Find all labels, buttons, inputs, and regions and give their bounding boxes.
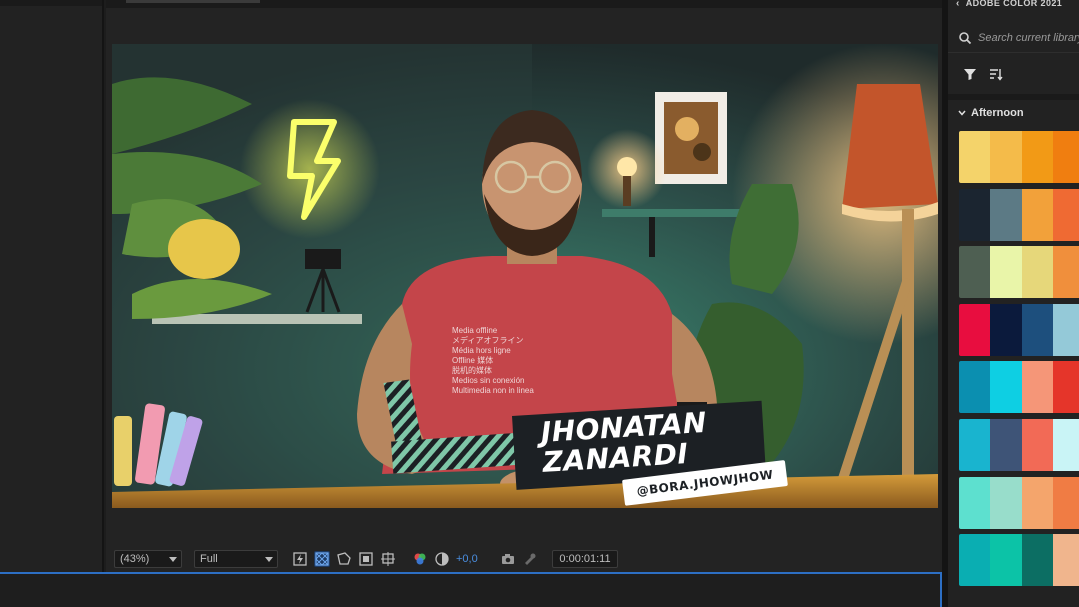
color-swatch <box>1021 303 1053 356</box>
magnification-dropdown[interactable]: (43%) <box>114 550 182 568</box>
shirt-text-line: Media offline <box>452 326 498 335</box>
guides-icon[interactable] <box>380 551 396 567</box>
show-snapshot-icon[interactable] <box>522 551 538 567</box>
divider <box>948 52 1079 53</box>
search-icon <box>958 31 972 45</box>
color-swatch <box>1021 188 1053 241</box>
color-swatch <box>1052 418 1079 471</box>
color-swatch <box>1052 131 1079 183</box>
composition-frame[interactable]: Media offline メディアオフライン Média hors ligne… <box>112 44 938 508</box>
shirt-text-line: Offline 媒体 <box>452 355 493 365</box>
exposure-value[interactable]: +0,0 <box>456 551 478 567</box>
color-swatch <box>959 188 991 241</box>
color-swatch <box>1052 361 1079 414</box>
section-separator <box>948 94 1079 100</box>
color-swatch <box>990 361 1022 414</box>
library-title: ADOBE COLOR 2021 <box>965 0 1063 8</box>
color-swatch <box>959 476 991 529</box>
color-theme[interactable] <box>959 534 1079 587</box>
shirt-text-line: Medios sin conexión <box>452 376 524 385</box>
color-theme-list <box>959 131 1079 592</box>
color-swatch <box>990 188 1022 241</box>
composition-viewer: Media offline メディアオフライン Média hors ligne… <box>106 0 942 572</box>
magnification-value: (43%) <box>120 553 150 565</box>
color-theme[interactable] <box>959 246 1079 299</box>
sort-icon[interactable] <box>988 66 1004 82</box>
color-channels-icon[interactable] <box>412 551 428 567</box>
color-swatch <box>1052 188 1079 241</box>
color-theme[interactable] <box>959 131 1079 183</box>
reset-exposure-icon[interactable] <box>434 551 450 567</box>
timeline-panel[interactable] <box>0 572 942 607</box>
color-swatch <box>959 534 991 587</box>
color-swatch <box>1052 476 1079 529</box>
shirt-text-line: Multimedia non in linea <box>452 386 534 395</box>
color-swatch <box>1021 361 1053 414</box>
mask-icon[interactable] <box>336 551 352 567</box>
panel-header-strip <box>0 0 102 6</box>
resolution-value: Full <box>200 553 218 565</box>
color-swatch <box>959 246 991 299</box>
library-tools <box>948 60 1079 88</box>
color-swatch <box>959 361 991 414</box>
region-of-interest-icon[interactable] <box>358 551 374 567</box>
color-swatch <box>990 303 1022 356</box>
resolution-dropdown[interactable]: Full <box>194 550 278 568</box>
color-theme[interactable] <box>959 418 1079 471</box>
color-swatch <box>1021 246 1053 299</box>
viewer-toolbar: (43%) Full +0,0 0:00:01:11 <box>106 546 942 572</box>
shirt-text-line: メディアオフライン <box>452 335 523 345</box>
color-swatch <box>1052 246 1079 299</box>
color-swatch <box>1052 303 1079 356</box>
color-swatch <box>990 476 1022 529</box>
library-search <box>948 26 1079 50</box>
color-theme[interactable] <box>959 303 1079 356</box>
filter-icon[interactable] <box>962 66 978 82</box>
camera-icon[interactable] <box>500 551 516 567</box>
library-header[interactable]: ‹ ADOBE COLOR 2021 <box>956 0 1062 10</box>
search-input[interactable] <box>978 29 1079 47</box>
shirt-text-line: 脱机的媒体 <box>452 365 492 375</box>
libraries-panel: ‹ ADOBE COLOR 2021 Afternoon <box>948 0 1079 607</box>
color-swatch <box>1021 476 1053 529</box>
fast-previews-icon[interactable] <box>292 551 308 567</box>
transparency-grid-icon[interactable] <box>314 551 330 567</box>
chevron-down-icon <box>958 110 966 116</box>
color-swatch <box>1052 534 1079 587</box>
color-swatch <box>990 246 1022 299</box>
color-swatch <box>1021 534 1053 587</box>
group-header-afternoon[interactable]: Afternoon <box>958 107 1024 119</box>
chevron-left-icon[interactable]: ‹ <box>956 0 960 9</box>
color-swatch <box>990 131 1022 183</box>
viewer-tab[interactable] <box>126 0 260 3</box>
current-time-display[interactable]: 0:00:01:11 <box>552 550 618 568</box>
color-theme[interactable] <box>959 188 1079 241</box>
color-theme[interactable] <box>959 361 1079 414</box>
color-swatch <box>990 418 1022 471</box>
color-swatch <box>959 131 991 183</box>
color-swatch <box>990 534 1022 587</box>
project-panel <box>0 0 104 572</box>
group-name: Afternoon <box>971 107 1024 119</box>
chevron-down-icon <box>265 557 273 562</box>
color-swatch <box>1021 418 1053 471</box>
chevron-down-icon <box>169 557 177 562</box>
color-swatch <box>1021 131 1053 183</box>
after-effects-workspace: Media offline メディアオフライン Média hors ligne… <box>0 0 1079 607</box>
viewer-tab-bar <box>106 0 942 8</box>
color-theme[interactable] <box>959 476 1079 529</box>
shirt-text-line: Média hors ligne <box>452 346 511 355</box>
color-swatch <box>959 418 991 471</box>
color-swatch <box>959 303 991 356</box>
